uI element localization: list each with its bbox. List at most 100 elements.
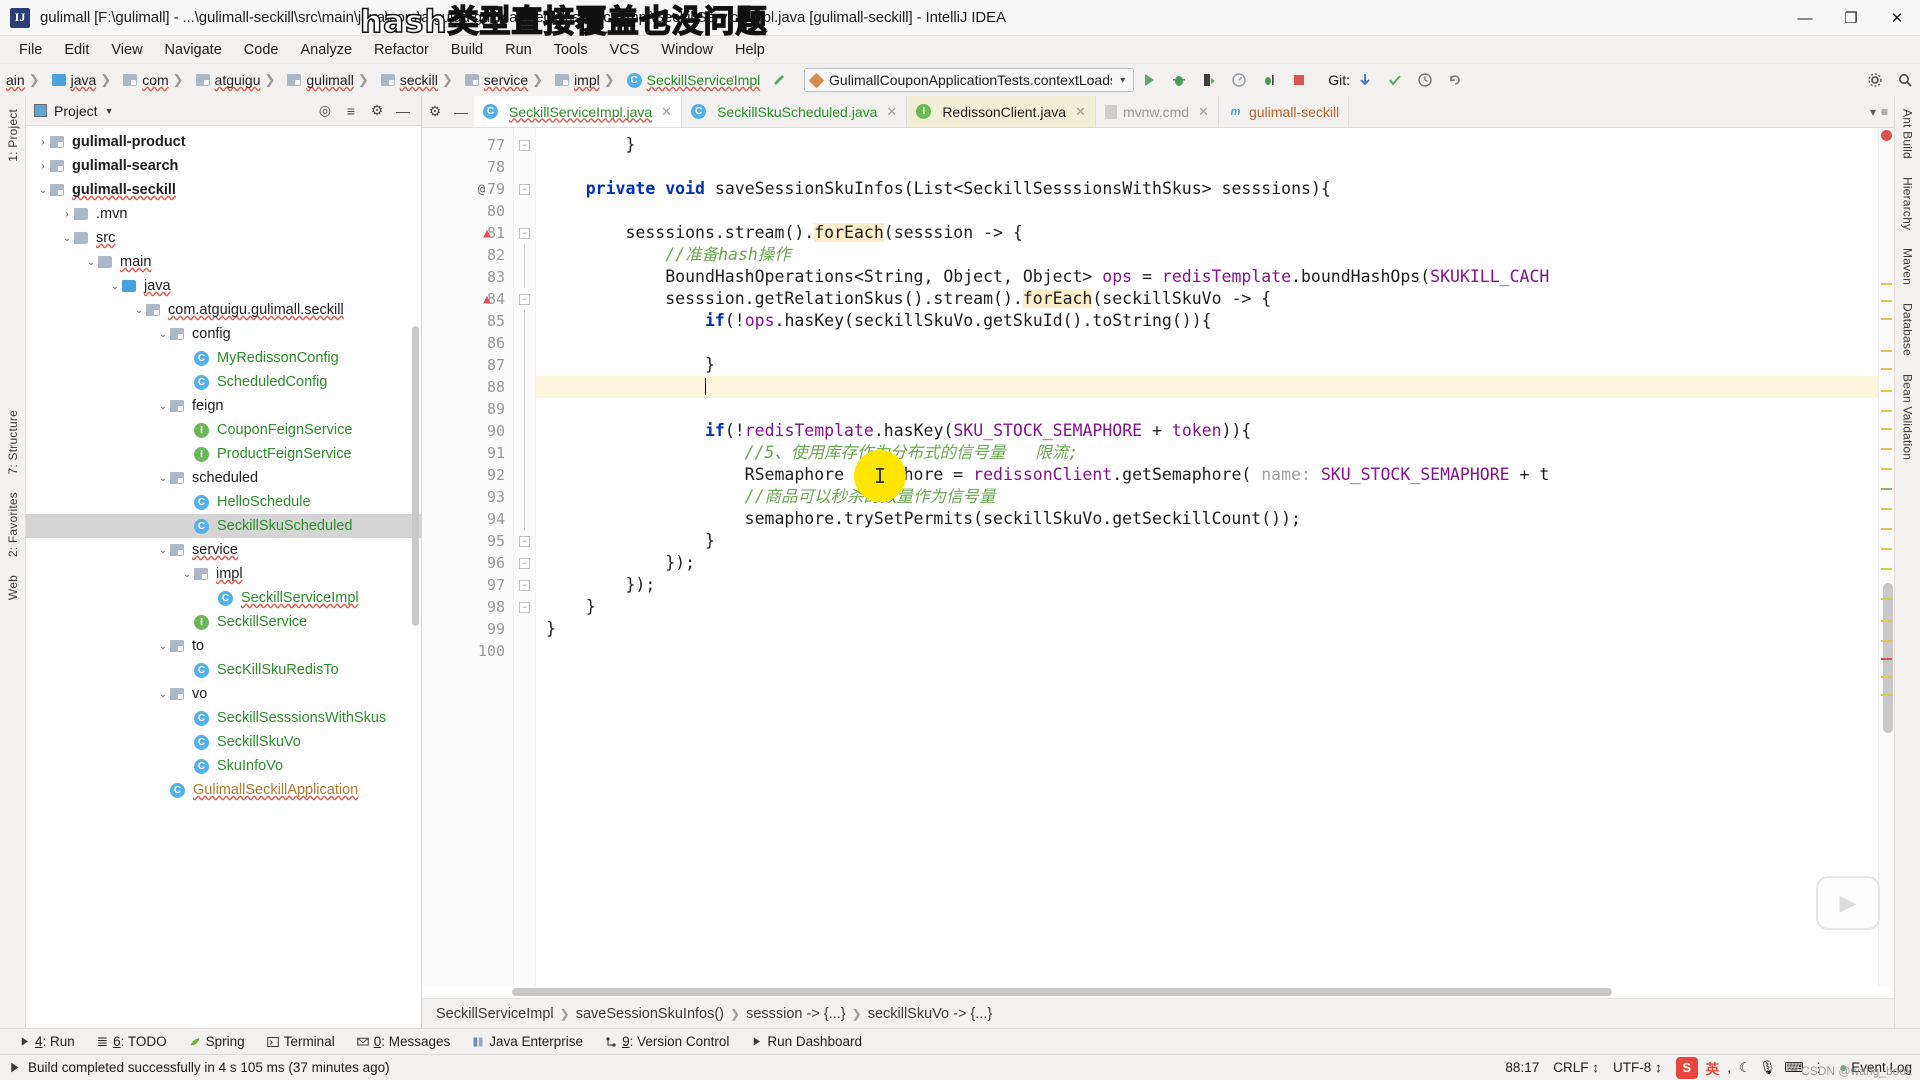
sidebar-tab-project[interactable]: 1: Project <box>2 100 24 171</box>
code-marker[interactable] <box>1881 283 1892 285</box>
rollback-icon[interactable] <box>1440 66 1470 94</box>
update-project-icon[interactable] <box>1350 66 1380 94</box>
tree-item[interactable]: ⌄ java <box>26 274 421 298</box>
warning-gutter-icon[interactable]: ▲ <box>483 226 491 241</box>
close-icon[interactable]: ✕ <box>661 104 672 120</box>
caret-position[interactable]: 88:17 <box>1505 1060 1539 1075</box>
fold-marker[interactable] <box>514 486 535 508</box>
close-icon[interactable]: ✕ <box>886 104 897 120</box>
split-icon[interactable]: ≡ <box>1881 105 1888 119</box>
make-project-icon[interactable] <box>764 66 794 94</box>
locate-icon[interactable]: ◎ <box>315 101 335 121</box>
minimize-button[interactable]: — <box>1782 0 1828 36</box>
tree-item[interactable]: ›C HelloSchedule <box>26 490 421 514</box>
tree-expand-arrow[interactable]: ⌄ <box>156 329 170 340</box>
breadcrumb-lambda-2[interactable]: seckillSkuVo -> {...} <box>868 1006 993 1022</box>
tree-expand-arrow[interactable]: › <box>36 161 50 172</box>
menu-file[interactable]: File <box>8 39 53 61</box>
stop-icon[interactable] <box>1284 66 1314 94</box>
fold-marker[interactable] <box>514 464 535 486</box>
tree-expand-arrow[interactable]: ⌄ <box>156 641 170 652</box>
fold-toggle-icon[interactable]: − <box>519 139 530 151</box>
tree-expand-arrow[interactable]: › <box>204 593 218 604</box>
ime-punctuation-icon[interactable]: , <box>1727 1060 1731 1075</box>
code-marker[interactable] <box>1881 528 1892 530</box>
breadcrumb-class[interactable]: SeckillServiceImpl <box>436 1006 554 1022</box>
tree-item[interactable]: › gulimall-search <box>26 154 421 178</box>
menu-tools[interactable]: Tools <box>543 39 599 61</box>
tree-item[interactable]: ›C SkuInfoVo <box>26 754 421 778</box>
fold-marker[interactable] <box>514 310 535 332</box>
code-marker[interactable] <box>1881 548 1892 550</box>
tree-item[interactable]: ⌄ impl <box>26 562 421 586</box>
menu-edit[interactable]: Edit <box>53 39 100 61</box>
tool-window-todo[interactable]: ≣ 6: TODO <box>86 1032 178 1052</box>
warning-gutter-icon[interactable]: ▲ <box>483 292 491 307</box>
tree-expand-arrow[interactable]: ⌄ <box>180 569 194 580</box>
tool-window-run-dashboard[interactable]: Run Dashboard <box>740 1032 873 1051</box>
code-line[interactable]: } <box>536 354 1878 376</box>
tree-item[interactable]: ⌄ to <box>26 634 421 658</box>
breadcrumb-nav-service[interactable]: service ❯ <box>461 71 551 89</box>
tree-expand-arrow[interactable]: ⌄ <box>156 545 170 556</box>
code-line[interactable]: if(!ops.hasKey(seckillSkuVo.getSkuId().t… <box>536 310 1878 332</box>
code-line[interactable]: } <box>536 618 1878 640</box>
tree-expand-arrow[interactable]: ⌄ <box>156 689 170 700</box>
tree-expand-arrow[interactable]: › <box>180 521 194 532</box>
code-marker[interactable] <box>1881 658 1892 660</box>
code-line[interactable] <box>536 200 1878 222</box>
tree-expand-arrow[interactable]: › <box>180 713 194 724</box>
fold-marker[interactable] <box>514 200 535 222</box>
tree-item[interactable]: ⌄ gulimall-seckill <box>26 178 421 202</box>
settings-icon[interactable] <box>1860 66 1890 94</box>
code-line[interactable]: BoundHashOperations<String, Object, Obje… <box>536 266 1878 288</box>
project-scrollbar[interactable] <box>412 326 419 626</box>
code-marker[interactable] <box>1881 448 1892 450</box>
code-marker[interactable] <box>1881 694 1892 696</box>
code-marker[interactable] <box>1881 640 1892 642</box>
tree-item[interactable]: › .mvn <box>26 202 421 226</box>
tree-expand-arrow[interactable]: › <box>36 137 50 148</box>
fold-marker[interactable] <box>514 266 535 288</box>
fold-toggle-icon[interactable]: − <box>519 183 530 195</box>
tool-window-java-enterprise[interactable]: Java Enterprise <box>461 1032 594 1051</box>
fold-column[interactable]: − − − − − − − − <box>514 128 536 986</box>
tool-window-run[interactable]: 4: Run <box>8 1032 86 1051</box>
fold-marker[interactable] <box>514 244 535 266</box>
menu-help[interactable]: Help <box>724 39 776 61</box>
breadcrumb-nav-java[interactable]: java ❯ <box>48 71 120 89</box>
tree-item[interactable]: ⌄ main <box>26 250 421 274</box>
tree-item[interactable]: ›C SeckillSesssionsWithSkus <box>26 706 421 730</box>
breadcrumb-method[interactable]: saveSessionSkuInfos() <box>576 1006 724 1022</box>
tree-expand-arrow[interactable]: › <box>180 665 194 676</box>
tab-seckillskuscheduled[interactable]: C SeckillSkuScheduled.java ✕ <box>682 96 908 127</box>
tab-list-icon[interactable]: ▾ <box>1870 105 1876 119</box>
fold-marker[interactable] <box>514 420 535 442</box>
breadcrumb-nav-atguigu[interactable]: atguigu ❯ <box>192 71 284 89</box>
tool-window-version-control[interactable]: 9: Version Control <box>594 1032 740 1051</box>
fold-toggle-icon[interactable]: − <box>519 601 530 613</box>
code-line[interactable]: sesssion.getRelationSkus().stream().forE… <box>536 288 1878 310</box>
tree-item[interactable]: ⌄ scheduled <box>26 466 421 490</box>
tree-expand-arrow[interactable]: ⌄ <box>156 473 170 484</box>
close-icon[interactable]: ✕ <box>1075 104 1086 120</box>
fold-marker[interactable]: − <box>514 288 535 310</box>
tree-item[interactable]: ⌄ com.atguigu.gulimall.seckill <box>26 298 421 322</box>
tree-expand-arrow[interactable]: ⌄ <box>132 305 146 316</box>
code-marker[interactable] <box>1881 368 1892 370</box>
tree-item[interactable]: ›C GulimallSeckillApplication <box>26 778 421 802</box>
tab-seckillserviceimpl[interactable]: C SeckillServiceImpl.java ✕ <box>474 96 683 127</box>
code-line[interactable]: if(!redisTemplate.hasKey(SKU_STOCK_SEMAP… <box>536 420 1878 442</box>
code-marker[interactable] <box>1881 390 1892 392</box>
sidebar-tab-database[interactable]: Database <box>1897 294 1919 365</box>
code-line[interactable]: //5、使用库存作为分布式的信号量 限流; <box>536 442 1878 464</box>
sidebar-tab-maven[interactable]: Maven <box>1897 239 1919 294</box>
breadcrumb-nav-main[interactable]: ain ❯ <box>2 71 48 89</box>
code-line[interactable]: sesssions.stream().forEach(sesssion -> { <box>536 222 1878 244</box>
fold-toggle-icon[interactable]: − <box>519 293 530 305</box>
code-marker[interactable] <box>1881 568 1892 570</box>
code-marker[interactable] <box>1881 428 1892 430</box>
tree-item[interactable]: ⌄ src <box>26 226 421 250</box>
tree-expand-arrow[interactable]: › <box>156 785 170 796</box>
ime-mic-icon[interactable]: 🎙 <box>1759 1060 1776 1076</box>
